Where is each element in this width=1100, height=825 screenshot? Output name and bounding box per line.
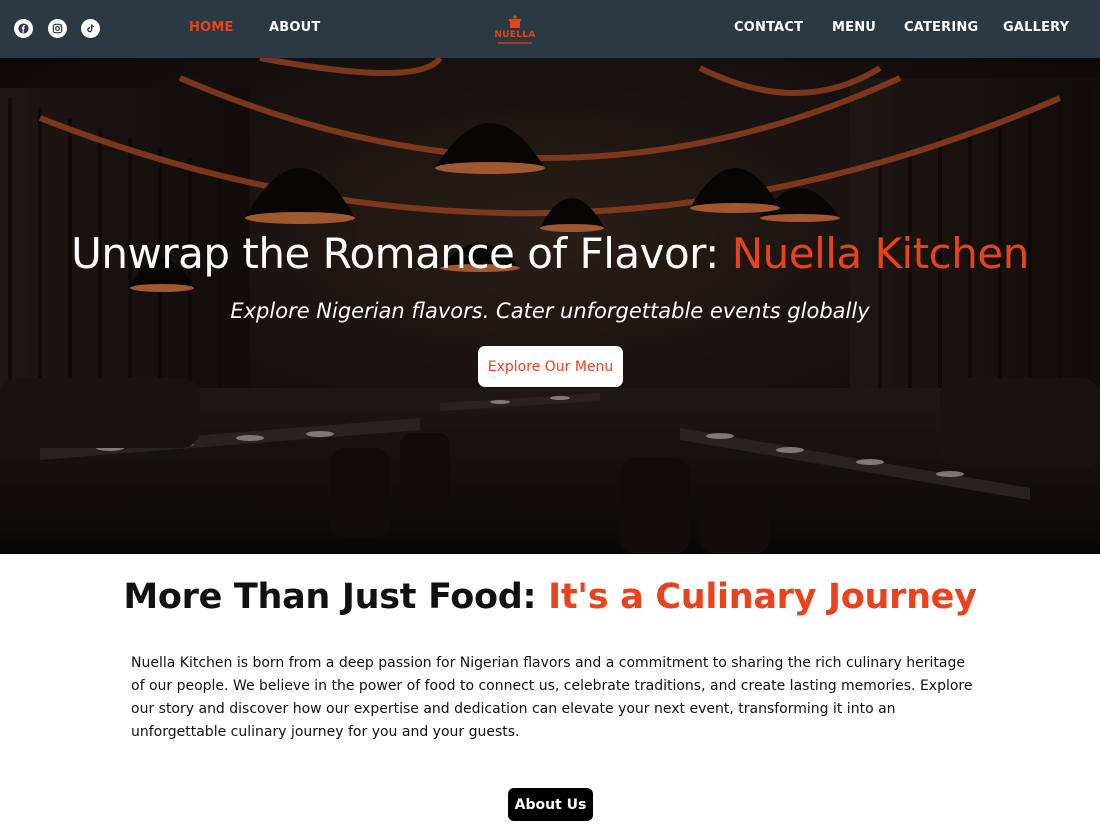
nav-gallery-link[interactable]: GALLERY xyxy=(1003,20,1069,35)
nav-contact-link[interactable]: CONTACT xyxy=(734,20,803,35)
instagram-icon[interactable] xyxy=(48,19,67,38)
nav-catering-link[interactable]: CATERING xyxy=(904,20,978,35)
hero-title: Unwrap the Romance of Flavor: Nuella Kit… xyxy=(0,229,1100,278)
nuella-logo[interactable]: NUELLA xyxy=(492,14,538,46)
explore-menu-button[interactable]: Explore Our Menu xyxy=(478,346,623,387)
hero-subtitle: Explore Nigerian flavors. Cater unforget… xyxy=(230,299,870,323)
chef-pot-icon xyxy=(508,15,522,28)
hero-title-accent: Nuella Kitchen xyxy=(731,229,1030,278)
about-title-accent: It's a Culinary Journey xyxy=(548,577,977,617)
facebook-icon[interactable] xyxy=(14,19,33,38)
top-navbar: HOME ABOUT NUELLA CONTACT MENU CATERING … xyxy=(0,0,1100,58)
about-us-button[interactable]: About Us xyxy=(508,788,593,821)
hero-title-main: Unwrap the Romance of Flavor: xyxy=(71,229,732,278)
about-title-main: More Than Just Food: xyxy=(123,577,549,617)
nav-home-link[interactable]: HOME xyxy=(189,20,234,35)
logo-text: NUELLA xyxy=(494,30,536,40)
hero-section: Unwrap the Romance of Flavor: Nuella Kit… xyxy=(0,58,1100,554)
nav-about-link[interactable]: ABOUT xyxy=(269,20,320,35)
tiktok-icon[interactable] xyxy=(81,19,100,38)
about-description: Nuella Kitchen is born from a deep passi… xyxy=(131,655,973,740)
logo-underline xyxy=(498,42,532,44)
about-section-title: More Than Just Food: It's a Culinary Jou… xyxy=(0,577,1100,617)
nav-menu-link[interactable]: MENU xyxy=(832,20,876,35)
